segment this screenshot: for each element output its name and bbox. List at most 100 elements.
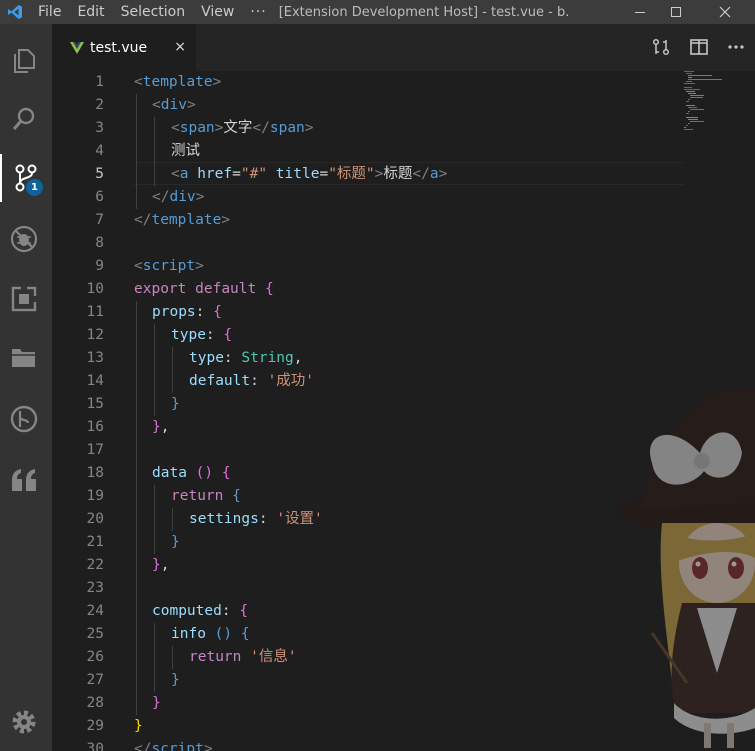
open-changes-button[interactable]	[650, 36, 672, 58]
indent-guide	[154, 324, 155, 416]
folder-button[interactable]	[0, 334, 48, 382]
line-number: 21	[86, 534, 104, 550]
background-character-image	[617, 388, 755, 748]
line-number: 10	[86, 281, 104, 297]
code-line: info () {	[171, 626, 250, 642]
menu-selection[interactable]: Selection	[113, 0, 194, 24]
indent-guide	[154, 623, 155, 692]
line-number: 4	[95, 143, 104, 159]
title-bar: File Edit Selection View ··· [Extension …	[0, 0, 755, 24]
remote-button[interactable]	[0, 395, 48, 443]
code-line: default: '成功'	[189, 373, 315, 389]
source-control-button[interactable]: 1	[0, 154, 50, 202]
debug-icon	[10, 225, 38, 253]
window-title: [Extension Development Host] - test.vue …	[278, 4, 569, 20]
line-number: 17	[86, 442, 104, 458]
explorer-icon	[14, 49, 35, 73]
manage-button[interactable]	[0, 698, 48, 746]
vue-file-icon	[70, 41, 84, 54]
indent-guide	[154, 117, 155, 186]
debug-button[interactable]	[0, 215, 48, 263]
maximize-icon	[671, 7, 681, 17]
search-button[interactable]	[0, 95, 48, 143]
code-line: </div>	[152, 189, 205, 205]
line-number: 29	[86, 718, 104, 734]
line-number: 25	[86, 626, 104, 642]
line-number: 6	[95, 189, 104, 205]
code-line-active: <a href="#" title="标题">标题</a>	[171, 166, 448, 182]
minimap[interactable]	[684, 71, 744, 131]
menu-file[interactable]: File	[30, 0, 69, 24]
code-line: 测试	[171, 143, 200, 159]
code-line: }	[134, 718, 143, 734]
vscode-logo-icon	[0, 0, 30, 24]
menu-view[interactable]: View	[193, 0, 242, 24]
line-number: 14	[86, 373, 104, 389]
line-number: 18	[86, 465, 104, 481]
gear-icon	[12, 710, 36, 734]
line-number: 7	[95, 212, 104, 228]
code-line: computed: {	[152, 603, 249, 619]
line-number: 1	[95, 74, 104, 90]
code-line: <span>文字</span>	[171, 120, 314, 136]
line-number: 11	[86, 304, 104, 320]
code-line: export default {	[134, 281, 274, 297]
quote-button[interactable]	[0, 455, 48, 503]
indent-guide	[172, 347, 173, 393]
code-line: data () {	[152, 465, 231, 481]
code-editor[interactable]: 1 2 3 4 5 6 7 8 9 10 11 12 13 14 15 16 1…	[52, 71, 755, 751]
split-editor-button[interactable]	[688, 36, 710, 58]
source-control-badge: 1	[26, 179, 43, 196]
code-line: props: {	[152, 304, 222, 320]
extensions-button[interactable]	[0, 275, 48, 323]
line-number: 30	[86, 741, 104, 751]
line-number: 22	[86, 557, 104, 573]
folder-icon	[12, 349, 36, 367]
line-number: 9	[95, 258, 104, 274]
code-line: </template>	[134, 212, 231, 228]
activity-bar: 1	[0, 24, 52, 751]
code-line: return '信息'	[189, 649, 297, 665]
indent-guide	[136, 94, 137, 209]
close-window-button[interactable]	[702, 0, 748, 24]
extensions-icon	[11, 286, 37, 312]
indent-guide	[136, 301, 137, 715]
split-editor-icon	[690, 39, 708, 55]
explorer-button[interactable]	[0, 36, 48, 84]
code-line: <script>	[134, 258, 204, 274]
code-line: }	[171, 672, 180, 688]
code-line: <template>	[134, 74, 222, 90]
compare-changes-icon	[652, 38, 670, 56]
line-number: 28	[86, 695, 104, 711]
code-line: </script>	[134, 741, 213, 751]
quote-icon	[12, 469, 36, 491]
code-line: type: {	[171, 327, 233, 343]
search-icon	[12, 107, 35, 130]
line-number: 26	[86, 649, 104, 665]
menu-edit[interactable]: Edit	[69, 0, 112, 24]
tab-close-button[interactable]: ×	[174, 39, 186, 55]
code-line: <div>	[152, 97, 196, 113]
line-number: 8	[95, 235, 104, 251]
menu-overflow-button[interactable]: ···	[242, 4, 274, 20]
indent-guide	[154, 485, 155, 554]
maximize-button[interactable]	[653, 0, 699, 24]
line-number: 23	[86, 580, 104, 596]
code-line: }	[171, 396, 180, 412]
code-line: }	[171, 534, 180, 550]
minimize-icon	[635, 12, 645, 13]
line-number: 19	[86, 488, 104, 504]
more-actions-button[interactable]	[725, 36, 747, 58]
line-number: 16	[86, 419, 104, 435]
close-icon	[719, 6, 731, 18]
code-line: type: String,	[189, 350, 303, 366]
code-line: settings: '设置'	[189, 511, 323, 527]
tab-test-vue[interactable]: test.vue ×	[52, 24, 196, 71]
remote-icon	[10, 405, 38, 433]
line-number: 13	[86, 350, 104, 366]
indent-guide	[172, 508, 173, 531]
code-line: }	[152, 695, 161, 711]
code-line: return {	[171, 488, 241, 504]
line-number: 3	[95, 120, 104, 136]
tab-bar: test.vue ×	[52, 24, 755, 71]
